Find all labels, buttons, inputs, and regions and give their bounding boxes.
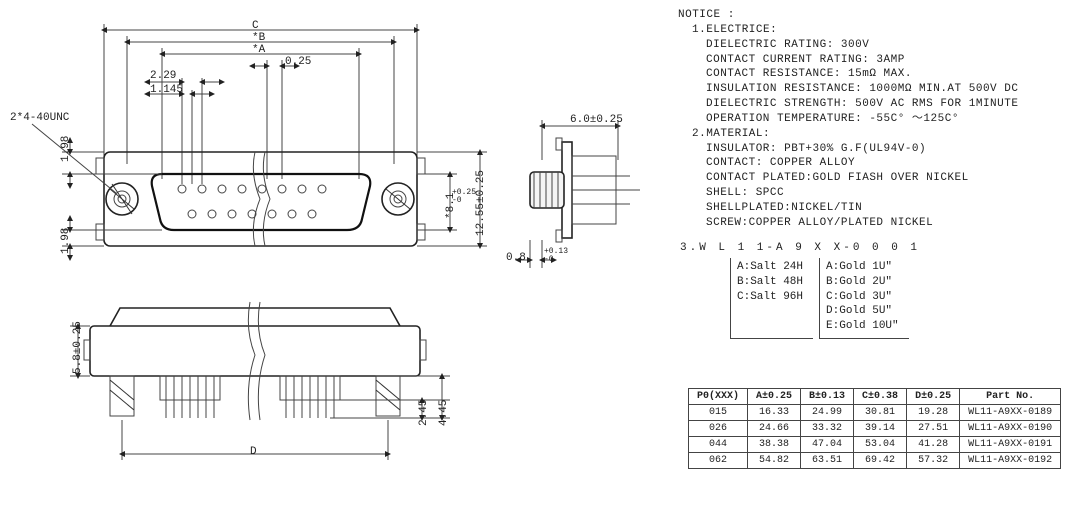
dim-thread: 2*4-40UNC [10, 112, 69, 124]
th-p0: P0(XXX) [689, 389, 748, 405]
notice-header: NOTICE : [678, 8, 1058, 23]
spec-contact: CONTACT: COPPER ALLOY [678, 156, 1058, 171]
spec-contact-plated: CONTACT PLATED:GOLD FIASH OVER NICKEL [678, 171, 1058, 186]
gold-opt: C:Gold 3U" [826, 290, 899, 305]
gold-options: A:Gold 1U" B:Gold 2U" C:Gold 3U" D:Gold … [819, 258, 909, 339]
spec-screw: SCREW:COPPER ALLOY/PLATED NICKEL [678, 216, 1058, 231]
section-partcode: 3.W L 1 1-A 9 X X-0 0 0 1 [680, 241, 1060, 256]
notice-block: NOTICE : 1.ELECTRICE: DIELECTRIC RATING:… [678, 8, 1058, 231]
dim-198b: 1.98 [60, 228, 72, 254]
spec-shell: SHELL: SPCC [678, 186, 1058, 201]
dim-025: 0.25 [285, 56, 311, 68]
dim-198a: 1.98 [60, 136, 72, 162]
salt-opt: C:Salt 96H [737, 290, 803, 305]
dim-81-tol: +0.25 -0 [452, 189, 476, 205]
dim-245: 2.45 [418, 400, 430, 426]
spec-header-row: P0(XXX) A±0.25 B±0.13 C±0.38 D±0.25 Part… [689, 389, 1061, 405]
dim-D: D [250, 446, 257, 458]
gold-opt: E:Gold 10U" [826, 319, 899, 334]
table-row: 026 24.66 33.32 39.14 27.51 WL11-A9XX-01… [689, 421, 1061, 437]
dim-445: 4.45 [438, 400, 450, 426]
spec-table: P0(XXX) A±0.25 B±0.13 C±0.38 D±0.25 Part… [688, 388, 1061, 469]
section-electrice: 1.ELECTRICE: [678, 23, 1058, 38]
gold-opt: B:Gold 2U" [826, 275, 899, 290]
th-d: D±0.25 [907, 389, 960, 405]
dim-1145: 1.145 [150, 84, 183, 96]
dim-08: 0.8 [506, 252, 526, 264]
dim-229: 2.29 [150, 70, 176, 82]
section-material: 2.MATERIAL: [678, 127, 1058, 142]
spec-contact-resistance: CONTACT RESISTANCE: 15mΩ MAX. [678, 67, 1058, 82]
spec-insulator: INSULATOR: PBT+30% G.F(UL94V-0) [678, 142, 1058, 157]
salt-options: A:Salt 24H B:Salt 48H C:Salt 96H [730, 258, 813, 339]
dim-08-tol: +0.13 -0 [544, 248, 568, 264]
gold-opt: D:Gold 5U" [826, 304, 899, 319]
spec-table-wrap: P0(XXX) A±0.25 B±0.13 C±0.38 D±0.25 Part… [688, 388, 1061, 469]
spec-dielectric-strength: DIELECTRIC STRENGTH: 500V AC RMS FOR 1MI… [678, 97, 1058, 112]
dim-B: *B [252, 32, 265, 44]
spec-contact-current: CONTACT CURRENT RATING: 3AMP [678, 53, 1058, 68]
dim-60: 6.0±0.25 [570, 114, 623, 126]
datasheet-page: NOTICE : 1.ELECTRICE: DIELECTRIC RATING:… [0, 0, 1067, 523]
dim-58: 5.8±0.25 [72, 321, 84, 374]
th-c: C±0.38 [854, 389, 907, 405]
drawing-top-view: 5.8±0.25 D 2.45 4.45 [70, 300, 470, 490]
spec-shell-plated: SHELLPLATED:NICKEL/TIN [678, 201, 1058, 216]
dim-1255: 12.55±0.25 [475, 170, 487, 236]
gold-opt: A:Gold 1U" [826, 260, 899, 275]
spec-insulation-resistance: INSULATION RESISTANCE: 1000MΩ MIN.AT 500… [678, 82, 1058, 97]
spec-operation-temp: OPERATION TEMPERATURE: -55C° ～125C° [678, 112, 1058, 127]
spec-dielectric-rating: DIELECTRIC RATING: 300V [678, 38, 1058, 53]
salt-opt: B:Salt 48H [737, 275, 803, 290]
table-row: 062 54.82 63.51 69.42 57.32 WL11-A9XX-01… [689, 453, 1061, 469]
th-b: B±0.13 [801, 389, 854, 405]
drawing-side-view: 6.0±0.25 0.8 +0.13 -0 [500, 120, 660, 280]
th-part: Part No. [960, 389, 1061, 405]
th-a: A±0.25 [748, 389, 801, 405]
table-row: 015 16.33 24.99 30.81 19.28 WL11-A9XX-01… [689, 405, 1061, 421]
option-columns: A:Salt 24H B:Salt 48H C:Salt 96H A:Gold … [730, 258, 1060, 339]
dim-A: *A [252, 44, 265, 56]
part-code-block: 3.W L 1 1-A 9 X X-0 0 0 1 A:Salt 24H B:S… [680, 241, 1060, 339]
table-row: 044 38.38 47.04 53.04 41.28 WL11-A9XX-01… [689, 437, 1061, 453]
salt-opt: A:Salt 24H [737, 260, 803, 275]
dim-C: C [252, 20, 259, 32]
